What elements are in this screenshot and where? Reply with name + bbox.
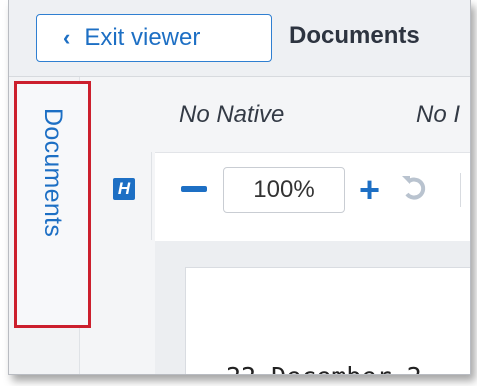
viewer-header: ‹ Exit viewer Documents xyxy=(9,0,470,77)
document-page: 22 December 2 xyxy=(185,267,470,374)
file-type-row: No Native No I xyxy=(91,77,470,149)
highlight-h-icon[interactable]: H xyxy=(113,178,135,200)
viewer-window: ‹ Exit viewer Documents Documents No Nat… xyxy=(8,0,471,375)
viewer-content: No Native No I H + 22 December 2 xyxy=(91,77,470,374)
exit-viewer-button[interactable]: ‹ Exit viewer xyxy=(36,14,272,62)
documents-tab-label: Documents xyxy=(39,108,67,238)
no-image-label: No I xyxy=(416,101,461,128)
document-page-text: 22 December 2 xyxy=(226,362,422,374)
zoom-out-minus-icon[interactable] xyxy=(181,186,207,192)
toolbar-divider xyxy=(460,173,461,207)
zoom-in-plus-icon[interactable]: + xyxy=(359,172,380,208)
viewer-toolbar: + xyxy=(155,152,470,242)
rotate-left-icon[interactable] xyxy=(399,173,429,208)
documents-sidebar-tab[interactable]: Documents xyxy=(14,81,91,328)
zoom-level-input[interactable] xyxy=(223,167,345,213)
exit-viewer-label: Exit viewer xyxy=(84,24,201,51)
chevron-left-icon: ‹ xyxy=(63,25,71,50)
no-native-label: No Native xyxy=(179,101,285,128)
document-canvas: 22 December 2 xyxy=(155,241,470,374)
highlight-column: H xyxy=(91,152,152,240)
page-title: Documents xyxy=(289,22,420,49)
highlight-icon-letter: H xyxy=(117,179,131,198)
